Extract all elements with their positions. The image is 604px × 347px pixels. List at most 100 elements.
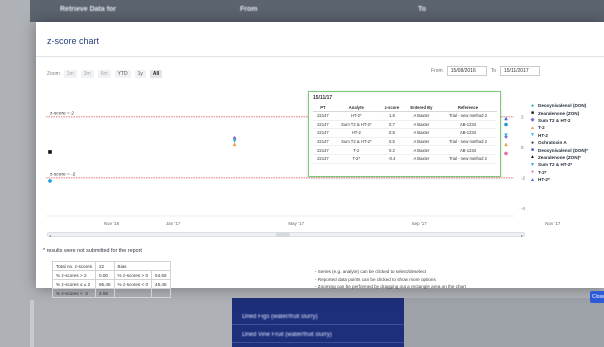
- chart-hints: - Series (e.g. analyte) can be clicked t…: [315, 268, 466, 291]
- bg-row-label: Dried Vine Fruit (water/fruit slurry): [242, 332, 332, 338]
- tooltip-col-reference: Reference: [438, 104, 497, 112]
- navigator-left-arrow-icon[interactable]: ◂: [49, 233, 51, 238]
- legend-item[interactable]: ▲ HT-2*: [530, 176, 604, 183]
- background-strip: [30, 300, 34, 347]
- tooltip-analyte: T-2*: [332, 154, 380, 164]
- legend-label: HT-2: [538, 132, 548, 138]
- bg-col-from: From: [240, 6, 258, 13]
- range-to-input[interactable]: [500, 66, 540, 76]
- tooltip-row: 22147 HT-2 0.8 A Baxter AB-1234: [313, 128, 497, 138]
- tooltip-zscore: 0.8: [379, 128, 404, 138]
- legend-marker-icon: ▼: [530, 132, 535, 139]
- data-point[interactable]: [232, 139, 237, 144]
- tooltip-pt: 22147: [313, 128, 333, 138]
- y-tick-label: 0: [521, 145, 524, 150]
- zoom-ytd-button[interactable]: YTD: [114, 70, 131, 78]
- legend-item[interactable]: ▼ HT-2: [530, 132, 604, 139]
- reference-line-label: z-score = -2: [50, 171, 76, 177]
- y-tick-label: -4: [521, 206, 525, 211]
- legend-item[interactable]: ■ Zearalenone (ZON): [530, 109, 604, 116]
- navigator-handle[interactable]: [276, 232, 290, 237]
- stats-bias-row-label: [113, 288, 153, 298]
- hint-line: - Series (e.g. analyte) can be clicked t…: [315, 269, 427, 274]
- tooltip-reference: Trial - new method 2: [438, 154, 497, 164]
- stats-label: % z-scores < -2: [52, 288, 96, 298]
- chart-navigator[interactable]: ◂ ▸: [47, 232, 525, 238]
- tooltip-col-zscore: z-score: [379, 104, 404, 112]
- legend-item[interactable]: ◆ Sum T2 & HT-2: [530, 117, 604, 124]
- stats-total-value: 22: [95, 261, 115, 271]
- legend-item[interactable]: ▼ Sum T2 & HT-2*: [530, 161, 604, 168]
- legend-marker-icon: ■: [530, 110, 535, 117]
- legend-label: Sum T2 & HT-2*: [538, 162, 573, 168]
- tooltip-row: 22147 HT-2* 1.9 A Baxter Trial - new method …: [313, 111, 497, 121]
- stats-row: % z-scores > 2 0.00 % z-scores > 0 54.55: [52, 270, 171, 280]
- navigator-right-arrow-icon[interactable]: ▸: [521, 233, 523, 238]
- legend-item[interactable]: ● Ochratoxin A: [530, 139, 604, 146]
- tooltip-analyte: Sum T2 & HT-2*: [332, 137, 380, 147]
- tooltip-row: 22147 Sum T2 & HT-2* 0.7 A Baxter AB-1234: [313, 120, 497, 130]
- data-point[interactable]: [48, 179, 52, 183]
- tooltip-reference: AB-1234: [438, 145, 497, 155]
- tooltip-col-pt: PT: [313, 104, 333, 112]
- legend-marker-icon: ●: [530, 169, 535, 176]
- tooltip-analyte: HT-2: [332, 128, 380, 138]
- data-point[interactable]: [48, 150, 52, 154]
- x-tick-label: Jan '17: [166, 221, 181, 226]
- chart-tooltip: 15/11/17 PT Analyte z-score Entered By R…: [308, 91, 501, 177]
- zscore-chart-modal: z-score chart Zoom 1m 3m 6m YTD 1y All F…: [36, 22, 604, 298]
- zoom-all-button[interactable]: All: [149, 70, 163, 78]
- legend-label: Ochratoxin A: [538, 140, 567, 146]
- zoom-1y-button[interactable]: 1y: [134, 70, 146, 78]
- legend-label: Zearalenone (ZON)*: [538, 154, 581, 160]
- footnote: * results were not submitted for the rep…: [43, 248, 142, 254]
- modal-title: z-score chart: [47, 36, 100, 46]
- data-point[interactable]: [504, 142, 508, 147]
- chart-legend: ● Deoxynivalenol (DON) ■ Zearalenone (ZON) ◆…: [530, 102, 604, 183]
- legend-label: Zearalenone (ZON): [538, 110, 580, 116]
- legend-marker-icon: ▲: [530, 176, 535, 183]
- tooltip-entered-by: A Baxter: [403, 145, 439, 155]
- range-from-input[interactable]: [446, 66, 487, 76]
- tooltip-pt: 22147: [313, 120, 333, 130]
- y-tick-label: -2: [521, 175, 525, 180]
- stats-bias-row-label: % z-scores > 0: [113, 270, 153, 280]
- tooltip-pt: 22147: [313, 154, 333, 164]
- legend-item[interactable]: ■ Deoxynivalenol (DON)*: [530, 146, 604, 153]
- range-to-label: To: [490, 68, 496, 74]
- tooltip-analyte: T-2: [332, 145, 380, 155]
- legend-item[interactable]: ▲ Zearalenone (ZON)*: [530, 154, 604, 161]
- legend-item[interactable]: ● Deoxynivalenol (DON): [530, 102, 604, 109]
- hint-line: - Reported data points can be clicked to…: [315, 276, 436, 282]
- tooltip-analyte: HT-2*: [332, 111, 380, 121]
- tooltip-zscore: 1.9: [379, 111, 404, 121]
- stats-header-row: Total no. z-scores 22 Bias: [52, 261, 171, 271]
- stats-row: % z-scores < -2 4.55: [52, 288, 171, 298]
- stats-value: 4.55: [95, 288, 115, 298]
- tooltip-col-analyte: Analyte: [332, 104, 380, 112]
- bg-row-label: Dried Figs (water/fruit slurry): [242, 314, 318, 320]
- legend-item[interactable]: ▲ T-2: [530, 124, 604, 131]
- zoom-3m-button[interactable]: 3m: [80, 70, 94, 78]
- legend-marker-icon: ■: [530, 147, 535, 154]
- close-button[interactable]: Close: [590, 291, 604, 303]
- legend-marker-icon: ▼: [530, 161, 535, 168]
- background-header: Retrieve Data for From To: [30, 0, 604, 22]
- tooltip-entered-by: A Baxter: [403, 154, 439, 164]
- tooltip-reference: Trial - new method 2: [438, 137, 497, 147]
- hint-line: - Zooming can be performed by dragging o…: [315, 284, 466, 290]
- zoom-1m-button[interactable]: 1m: [63, 70, 77, 78]
- tooltip-date: 15/11/17: [313, 95, 333, 101]
- legend-label: Deoxynivalenol (DON): [538, 103, 587, 109]
- zoom-6m-button[interactable]: 6m: [97, 70, 111, 78]
- legend-item[interactable]: ● T-2*: [530, 169, 604, 176]
- stats-bias-row-value: [151, 288, 171, 298]
- data-point[interactable]: [504, 151, 508, 156]
- stats-bias-row-label: % z-scores < 0: [113, 279, 153, 289]
- tooltip-analyte: Sum T2 & HT-2*: [332, 120, 380, 130]
- bg-table-row: Dried Vine Fruit (water/fruit slurry): [232, 329, 404, 343]
- data-point[interactable]: [504, 122, 508, 127]
- tooltip-reference: Trial - new method 2: [438, 111, 497, 121]
- reference-line-label: z-score = 2: [50, 110, 74, 116]
- stats-bias-row-value: 54.55: [151, 270, 171, 280]
